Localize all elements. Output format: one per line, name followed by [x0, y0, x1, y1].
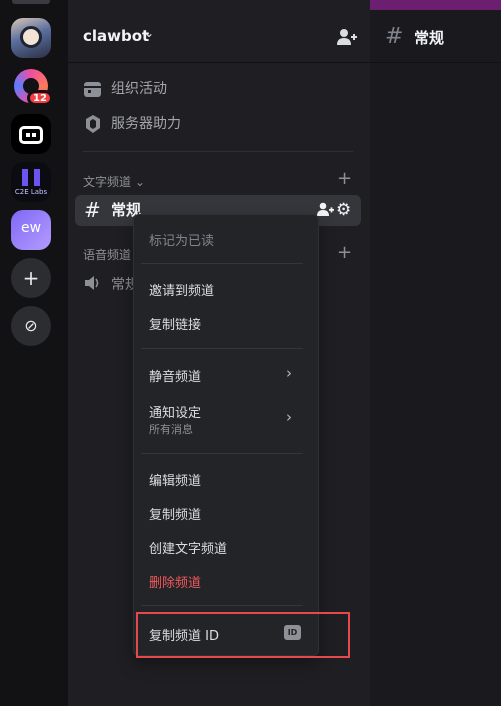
explore-servers-button[interactable]: ⊘ [11, 306, 51, 346]
boost-icon [86, 115, 100, 133]
menu-separator [141, 605, 303, 606]
nav-events[interactable]: 组织活动 [83, 78, 167, 98]
c2e-logo-icon [22, 169, 40, 186]
calendar-icon [84, 82, 101, 97]
hash-icon: # [385, 24, 404, 49]
nav-events-label: 组织活动 [111, 81, 167, 97]
server-rail: 12 C2E Labs ew + ⊘ [0, 0, 68, 706]
highlight-box [136, 612, 350, 658]
menu-separator [141, 453, 303, 454]
menu-mute[interactable]: 静音频道 [149, 366, 201, 385]
avatar-face [20, 26, 42, 48]
nav-boost[interactable]: 服务器助力 [83, 113, 181, 133]
rail-top-indicator [12, 0, 50, 4]
invite-to-channel-icon[interactable] [316, 201, 334, 217]
menu-duplicate[interactable]: 复制频道 [149, 504, 201, 523]
server-c2e-labs[interactable]: C2E Labs [11, 162, 51, 202]
menu-separator [141, 348, 303, 349]
chevron-right-icon: › [286, 408, 292, 426]
hash-icon: # [84, 198, 101, 222]
unread-badge: 12 [27, 90, 53, 106]
speaker-icon [85, 276, 99, 290]
create-voice-channel-button[interactable]: + [337, 242, 352, 263]
menu-notifications-sub: 所有消息 [149, 423, 193, 436]
menu-delete[interactable]: 删除频道 [149, 572, 201, 591]
server-name[interactable]: clawbot [83, 27, 149, 45]
c2e-logo-text: C2E Labs [14, 188, 48, 196]
chevron-down-icon: ⌄ [134, 175, 145, 189]
menu-mark-read[interactable]: 标记为已读 [149, 230, 214, 249]
ew-logo-text: ew [20, 220, 42, 236]
menu-create-text[interactable]: 创建文字频道 [149, 538, 227, 557]
create-text-channel-button[interactable]: + [337, 168, 352, 189]
server-ew[interactable]: ew [11, 210, 51, 250]
menu-separator [141, 263, 303, 264]
add-member-icon[interactable] [336, 27, 358, 47]
gear-icon[interactable]: ⚙ [336, 200, 351, 220]
chevron-right-icon: › [286, 364, 292, 382]
header-divider [68, 62, 370, 63]
header-channel-name: 常规 [414, 29, 445, 47]
menu-notifications[interactable]: 通知设定 [149, 402, 201, 421]
category-text[interactable]: 文字频道 ⌄ [83, 173, 145, 190]
category-voice[interactable]: 语音频道 [83, 246, 131, 263]
category-text-label: 文字频道 [83, 175, 132, 189]
menu-edit[interactable]: 编辑频道 [149, 470, 201, 489]
menu-copy-link[interactable]: 复制链接 [149, 314, 201, 333]
menu-invite[interactable]: 邀请到频道 [149, 280, 214, 299]
add-server-button[interactable]: + [11, 258, 51, 298]
bot-icon [19, 126, 43, 144]
nav-boost-label: 服务器助力 [111, 116, 181, 132]
sidebar-divider [83, 151, 353, 152]
chevron-down-icon[interactable]: ⌄ [144, 26, 154, 40]
server-avatar[interactable] [11, 18, 51, 58]
server-bot[interactable] [11, 114, 51, 154]
